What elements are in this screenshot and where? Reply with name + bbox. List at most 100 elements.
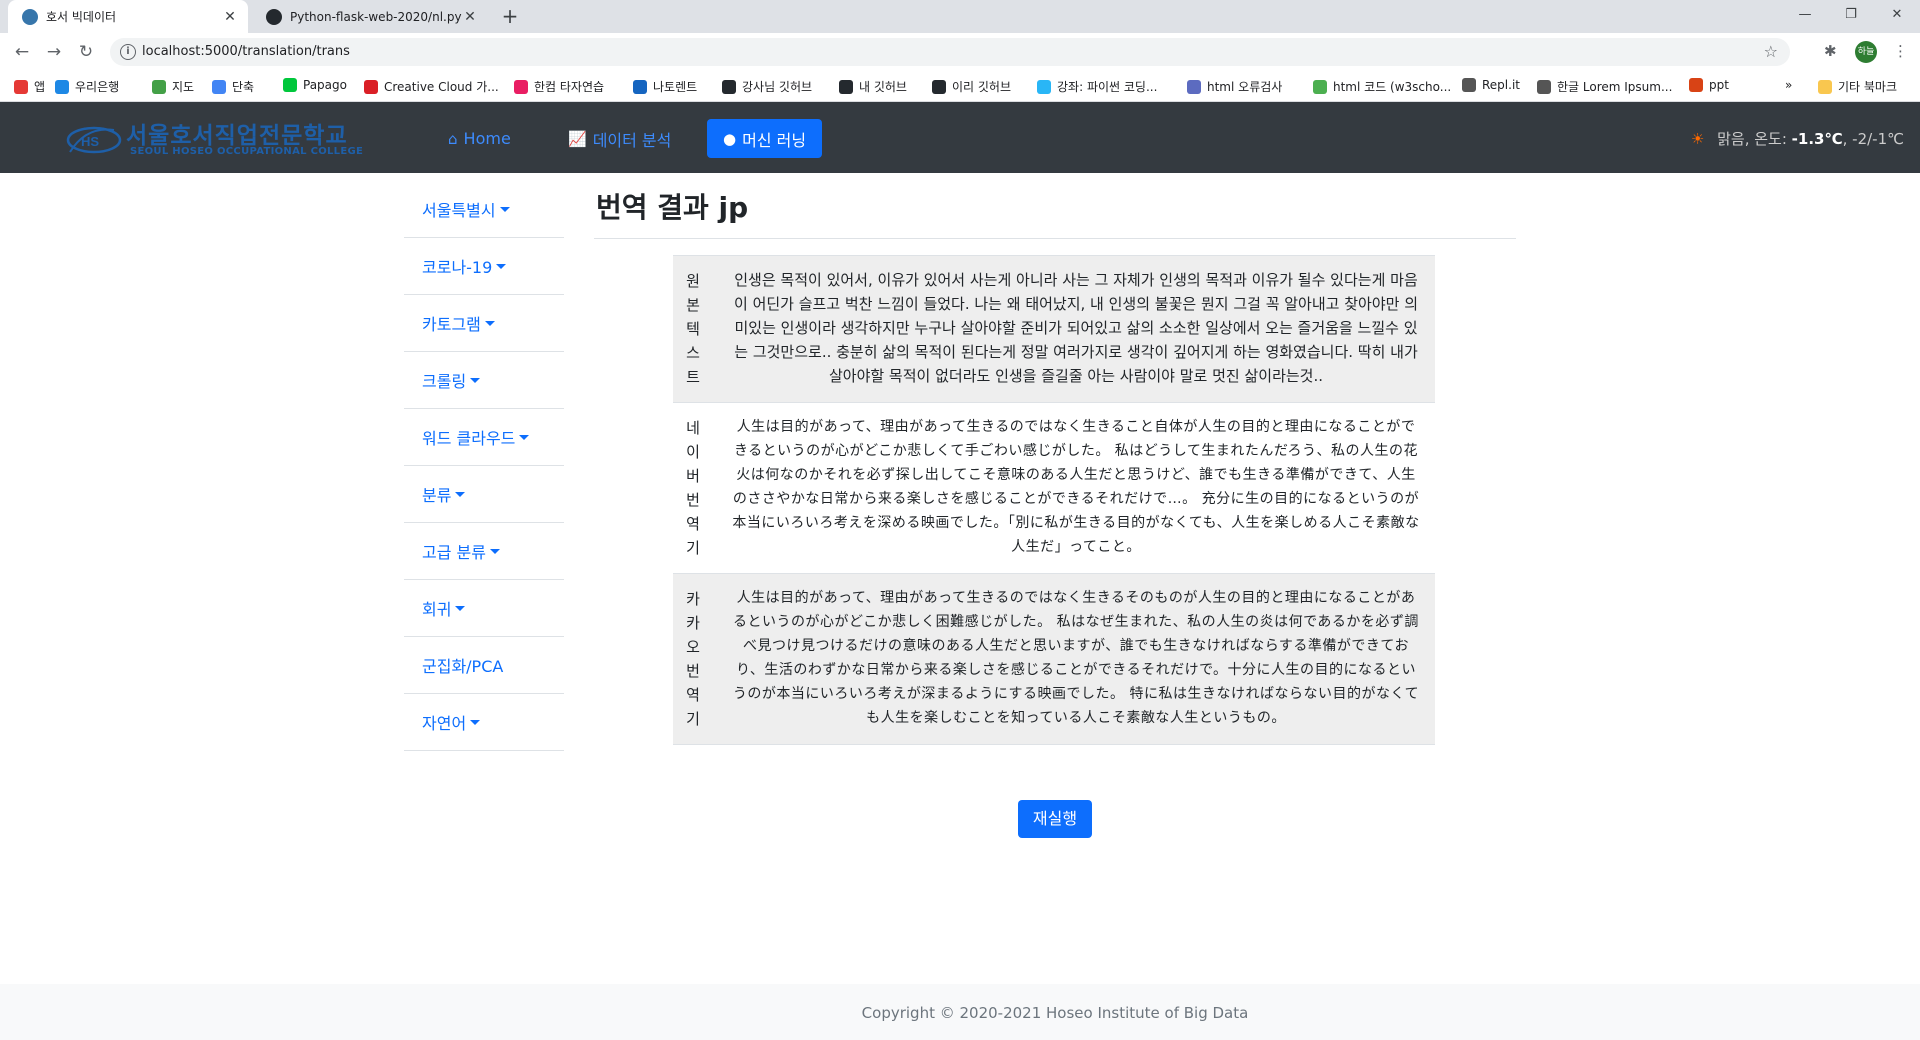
caret-down-icon <box>496 263 507 269</box>
footer: Copyright © 2020-2021 Hoseo Institute of… <box>0 984 1920 1040</box>
college-logo[interactable]: HS 서울호서직업전문학교 SEOUL HOSEO OCCUPATIONAL C… <box>64 116 363 160</box>
sidebar-item[interactable]: 고급 분류 <box>404 523 564 580</box>
address-bar[interactable]: i localhost:5000/translation/trans ☆ <box>110 38 1790 66</box>
bookmark-item[interactable]: 이리 깃허브 <box>932 78 1011 95</box>
weather-widget: ☀ 맑음, 온도: -1.3℃, -2/-1℃ <box>1691 128 1904 149</box>
bookmark-label: 단축 <box>232 80 255 94</box>
sidebar-item-label: 코로나-19 <box>422 258 493 277</box>
sidebar-item[interactable]: 자연어 <box>404 694 564 751</box>
bookmark-favicon-icon <box>722 79 736 94</box>
sidebar-item-label: 군집화/PCA <box>422 657 504 676</box>
nav-machine-learning[interactable]: ● 머신 러닝 <box>707 119 823 158</box>
sidebar-item-label: 서울특별시 <box>422 201 496 220</box>
nav-data-analysis[interactable]: 📈 데이터 분석 <box>568 119 671 158</box>
bookmark-favicon-icon <box>1313 79 1327 94</box>
sidebar-item[interactable]: 분류 <box>404 466 564 523</box>
bookmarks-bar: 앱 우리은행 지도 단축 Papago Creative Cloud 가... 한컴 타자연… <box>0 71 1920 102</box>
bookmark-item[interactable]: html 코드 (w3scho... <box>1313 78 1451 95</box>
bookmark-item[interactable]: 강사님 깃허브 <box>722 78 812 95</box>
back-icon[interactable]: ← <box>10 40 34 64</box>
caret-down-icon <box>519 434 530 440</box>
python-favicon-icon <box>22 8 38 25</box>
browser-tab-active[interactable]: 호서 빅데이터 ✕ <box>8 0 248 33</box>
bookmark-label: html 오류검사 <box>1207 80 1283 94</box>
row-label-kakao: 카카오번역기 <box>673 573 713 745</box>
bookmark-item[interactable]: ppt <box>1689 78 1729 92</box>
bookmark-label: Repl.it <box>1482 78 1520 92</box>
bookmark-item[interactable]: Repl.it <box>1462 78 1520 92</box>
bookmark-favicon-icon <box>1537 79 1551 94</box>
bookmark-item[interactable]: Creative Cloud 가... <box>364 78 499 95</box>
bookmark-label: 한글 Lorem Ipsum... <box>1557 80 1673 94</box>
bookmark-item[interactable]: 한컴 타자연습 <box>514 78 604 95</box>
address-bar-row: ← → ↻ i localhost:5000/translation/trans… <box>0 33 1920 71</box>
bookmarks-overflow-icon[interactable]: » <box>1785 78 1792 92</box>
profile-avatar[interactable]: 하늘 <box>1855 41 1877 63</box>
browser-tab-strip: 호서 빅데이터 ✕ Python-flask-web-2020/nl.py at… <box>0 0 1920 33</box>
sidebar: 서울특별시코로나-19 카토그램 크롤링워드 클라우드분류고급 분류회귀군집화/PC… <box>404 181 564 751</box>
sidebar-item-label: 회귀 <box>422 600 452 619</box>
app-navbar: HS 서울호서직업전문학교 SEOUL HOSEO OCCUPATIONAL C… <box>0 102 1920 173</box>
tab-close-icon[interactable]: ✕ <box>462 9 478 25</box>
table-row-original: 원본텍스트 인생은 목적이 있어서, 이유가 있어서 사는게 아니라 사는 그 … <box>673 255 1435 403</box>
bookmark-item[interactable]: 강좌: 파이썬 코딩... <box>1037 78 1157 95</box>
sidebar-item-label: 워드 클라우드 <box>422 429 516 448</box>
tab-close-icon[interactable]: ✕ <box>222 9 238 25</box>
caret-down-icon <box>455 491 466 497</box>
bookmark-item[interactable]: 단축 <box>212 78 254 95</box>
bookmark-label: 강사님 깃허브 <box>742 80 813 94</box>
chart-icon: 📈 <box>568 129 587 148</box>
tab-title: 호서 빅데이터 <box>46 10 117 24</box>
bookmark-item[interactable]: 지도 <box>152 78 194 95</box>
github-favicon-icon <box>266 8 282 25</box>
extensions-icon[interactable]: ✱ <box>1824 42 1837 60</box>
bookmark-item[interactable]: 우리은행 <box>55 78 119 95</box>
bookmark-favicon-icon <box>14 79 28 94</box>
bookmark-item[interactable]: 한글 Lorem Ipsum... <box>1537 78 1672 95</box>
bookmark-item[interactable]: Papago <box>283 78 347 92</box>
caret-down-icon <box>455 605 466 611</box>
bookmark-label: Papago <box>303 78 347 92</box>
window-close-icon[interactable]: ✕ <box>1874 0 1920 33</box>
sidebar-item[interactable]: 서울특별시 <box>404 181 564 238</box>
bookmark-label: 나토렌트 <box>653 80 698 94</box>
sidebar-item-label: 분류 <box>422 486 452 505</box>
bookmark-favicon-icon <box>283 78 297 92</box>
bookmark-item[interactable]: html 오류검사 <box>1187 78 1282 95</box>
bookmark-label: 강좌: 파이썬 코딩... <box>1057 80 1158 94</box>
new-tab-button[interactable]: + <box>498 4 522 28</box>
forward-icon[interactable]: → <box>42 40 66 64</box>
other-bookmarks-label: 기타 북마크 <box>1838 80 1898 94</box>
bookmark-item[interactable]: 앱 <box>14 78 45 95</box>
sidebar-item[interactable]: 크롤링 <box>404 352 564 409</box>
rerun-button[interactable]: 재실행 <box>1018 800 1092 838</box>
bookmark-label: ppt <box>1709 78 1729 92</box>
nav-data-analysis-label: 데이터 분석 <box>592 130 672 150</box>
bookmark-label: Creative Cloud 가... <box>384 80 499 94</box>
sidebar-item[interactable]: 코로나-19 <box>404 238 564 295</box>
sidebar-item[interactable]: 군집화/PCA <box>404 637 564 694</box>
other-bookmarks[interactable]: 기타 북마크 <box>1818 78 1897 95</box>
site-info-icon[interactable]: i <box>120 44 136 60</box>
bookmark-label: 앱 <box>34 80 46 94</box>
naver-translation-text: 人生は目的があって、理由があって生きるのではなく生きること自体が人生の目的と理由… <box>713 402 1435 574</box>
browser-tab[interactable]: Python-flask-web-2020/nl.py at ✕ <box>252 0 488 33</box>
sidebar-item-label: 고급 분류 <box>422 543 486 562</box>
bookmark-star-icon[interactable]: ☆ <box>1764 42 1778 61</box>
restore-icon[interactable]: ❐ <box>1828 0 1874 33</box>
sidebar-item[interactable]: 회귀 <box>404 580 564 637</box>
bookmark-item[interactable]: 내 깃허브 <box>839 78 907 95</box>
logo-mark-icon: HS <box>66 126 122 154</box>
svg-text:HS: HS <box>81 134 99 149</box>
sidebar-item[interactable]: 워드 클라우드 <box>404 409 564 466</box>
bookmark-favicon-icon <box>364 79 378 94</box>
nav-home[interactable]: ⌂ Home <box>448 119 511 158</box>
bookmark-item[interactable]: 나토렌트 <box>633 78 697 95</box>
url-text[interactable]: localhost:5000/translation/trans <box>142 44 350 59</box>
brain-icon: ● <box>723 129 737 148</box>
minimize-icon[interactable]: — <box>1782 0 1828 33</box>
menu-icon[interactable]: ⋮ <box>1893 42 1908 60</box>
bookmark-label: html 코드 (w3scho... <box>1333 80 1452 94</box>
reload-icon[interactable]: ↻ <box>74 40 98 64</box>
sidebar-item[interactable]: 카토그램 <box>404 295 564 352</box>
